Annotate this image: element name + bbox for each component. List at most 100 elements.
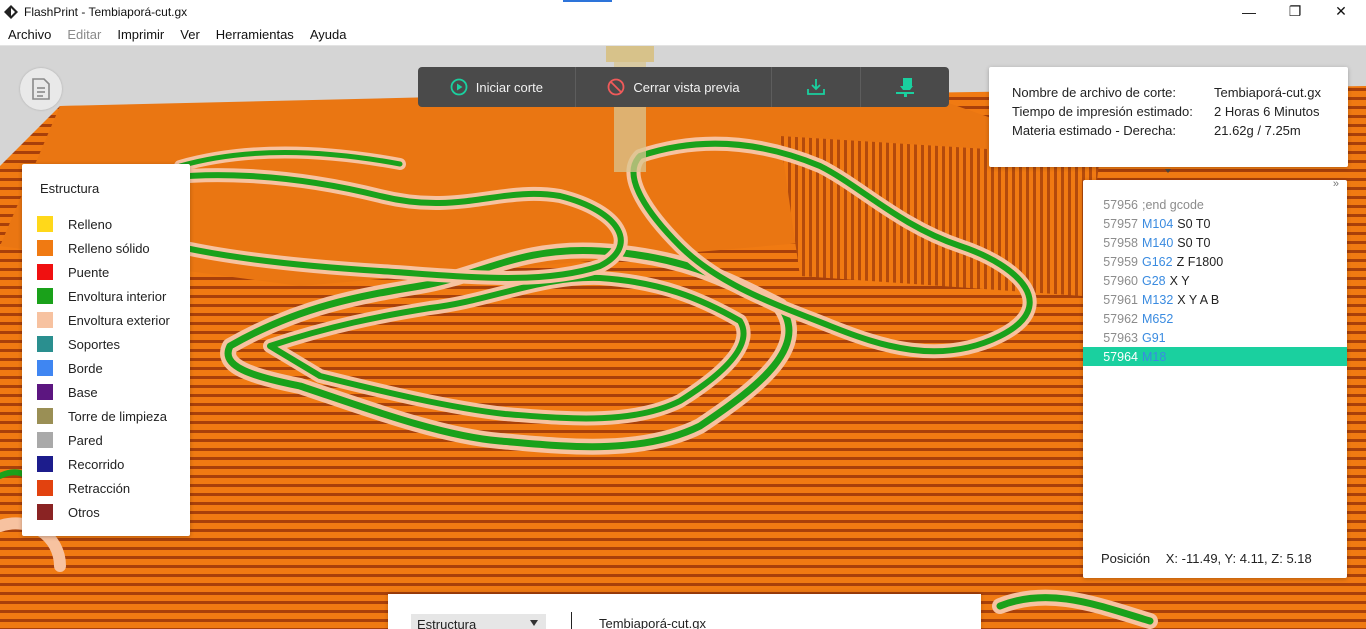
- gcode-command: M140: [1142, 235, 1174, 250]
- legend-swatch: [37, 360, 53, 376]
- printer-nozzle-icon: [896, 78, 915, 97]
- gcode-line-number: 57959: [1103, 254, 1138, 269]
- legend-swatch: [37, 480, 53, 496]
- start-slice-label: Iniciar corte: [475, 79, 543, 95]
- close-preview-button[interactable]: Cerrar vista previa: [576, 67, 772, 107]
- bottom-panel: Estructura Tembiaporá-cut.gx: [388, 594, 981, 629]
- legend-label: Relleno: [68, 216, 113, 232]
- legend-item: Puente: [37, 264, 109, 280]
- menu-bar: Archivo Editar Imprimir Ver Herramientas…: [0, 23, 1366, 46]
- send-to-printer-button[interactable]: [861, 67, 949, 107]
- legend-item: Retracción: [37, 480, 130, 496]
- gcode-line[interactable]: 57963 G91: [1083, 328, 1347, 347]
- legend-swatch: [37, 432, 53, 448]
- legend-item: Soportes: [37, 336, 120, 352]
- legend-swatch: [37, 312, 53, 328]
- minimize-button[interactable]: —: [1226, 0, 1272, 23]
- menu-ayuda[interactable]: Ayuda: [302, 23, 355, 46]
- gcode-command: G28: [1142, 273, 1166, 288]
- slice-info-panel: Nombre de archivo de corte: Tembiaporá-c…: [989, 67, 1348, 173]
- legend-swatch: [37, 408, 53, 424]
- gcode-line[interactable]: 57957 M104 S0 T0: [1083, 214, 1347, 233]
- gcode-list[interactable]: 57956 ;end gcode 57957 M104 S0 T0 57958 M140 S0…: [1083, 195, 1347, 366]
- legend-label: Borde: [68, 360, 103, 376]
- export-button[interactable]: [772, 67, 860, 107]
- gcode-panel: » 57956 ;end gcode 57957 M104 S0 T0 57958 M140…: [1083, 178, 1347, 578]
- collapse-panel-icon[interactable]: »: [1333, 178, 1339, 190]
- document-button[interactable]: [20, 68, 62, 110]
- legend-item: Relleno: [37, 216, 112, 232]
- gcode-command: M104: [1142, 216, 1174, 231]
- legend-swatch: [37, 216, 53, 232]
- gcode-line-number: 57958: [1103, 235, 1138, 250]
- gcode-line[interactable]: 57960 G28 X Y: [1083, 271, 1347, 290]
- gcode-line-number: 57957: [1103, 216, 1138, 231]
- legend-swatch: [37, 336, 53, 352]
- menu-ver[interactable]: Ver: [172, 23, 208, 46]
- gcode-line-number: 57962: [1103, 311, 1138, 326]
- menu-herramientas[interactable]: Herramientas: [208, 23, 302, 46]
- view-mode-select[interactable]: Estructura: [411, 614, 546, 629]
- gcode-line[interactable]: 57959 G162 Z F1800: [1083, 252, 1347, 271]
- legend-label: Envoltura interior: [68, 288, 167, 304]
- gcode-line[interactable]: 57958 M140 S0 T0: [1083, 233, 1347, 252]
- maximize-button[interactable]: ❐: [1272, 0, 1318, 23]
- close-preview-label: Cerrar vista previa: [633, 79, 740, 95]
- legend-label: Recorrido: [68, 456, 125, 472]
- material-label: Materia estimado - Derecha:: [1012, 123, 1177, 138]
- position-value: X: -11.49, Y: 4.11, Z: 5.18: [1165, 551, 1312, 566]
- legend-label: Otros: [68, 504, 100, 520]
- legend-item: Recorrido: [37, 456, 124, 472]
- gcode-line[interactable]: 57964 M18: [1083, 347, 1347, 366]
- gcode-arguments: S0 T0: [1177, 235, 1211, 250]
- menu-editar[interactable]: Editar: [59, 23, 109, 46]
- gcode-arguments: Z F1800: [1176, 254, 1224, 269]
- legend-label: Pared: [68, 432, 103, 448]
- start-slice-button[interactable]: Iniciar corte: [418, 67, 575, 107]
- gcode-line-number: 57960: [1103, 273, 1138, 288]
- gcode-command: M18: [1142, 349, 1167, 364]
- flashprint-logo-icon: [4, 4, 18, 19]
- gcode-arguments: X Y A B: [1177, 292, 1220, 307]
- prohibited-icon: [608, 78, 625, 96]
- chevron-down-icon: [530, 620, 538, 626]
- legend-swatch: [37, 288, 53, 304]
- gcode-arguments: S0 T0: [1177, 216, 1211, 231]
- legend-swatch: [37, 504, 53, 520]
- structure-legend: Estructura Relleno Relleno sólido Puente En…: [22, 164, 190, 536]
- legend-item: Pared: [37, 432, 103, 448]
- play-icon: [450, 78, 468, 96]
- filename-value: Tembiaporá-cut.gx: [1214, 85, 1321, 100]
- gcode-command: M652: [1142, 311, 1174, 326]
- title-bar: FlashPrint - Tembiaporá-cut.gx — ❐ ✕: [0, 0, 1366, 23]
- bottom-separator: [571, 612, 572, 629]
- collapse-caret-icon[interactable]: [1165, 169, 1171, 173]
- maximize-icon: ❐: [1288, 3, 1302, 19]
- gcode-line-number: 57961: [1103, 292, 1138, 307]
- gcode-command: G91: [1142, 330, 1166, 345]
- menu-archivo[interactable]: Archivo: [0, 23, 59, 46]
- download-icon: [807, 79, 826, 95]
- print-time-value: 2 Horas 6 Minutos: [1214, 104, 1320, 119]
- legend-swatch: [37, 384, 53, 400]
- filename-label: Nombre de archivo de corte:: [1012, 85, 1177, 100]
- gcode-line[interactable]: 57962 M652: [1083, 309, 1347, 328]
- gcode-line[interactable]: 57956 ;end gcode: [1083, 195, 1347, 214]
- close-button[interactable]: ✕: [1318, 0, 1364, 23]
- legend-item: Base: [37, 384, 98, 400]
- gcode-command: G162: [1142, 254, 1173, 269]
- legend-item: Envoltura interior: [37, 288, 166, 304]
- gcode-line-number: 57963: [1103, 330, 1138, 345]
- preview-toolbar: Iniciar corte Cerrar vista previa: [418, 67, 949, 107]
- gcode-line[interactable]: 57961 M132 X Y A B: [1083, 290, 1347, 309]
- position-label: Posición: [1101, 551, 1151, 566]
- gcode-arguments: X Y: [1169, 273, 1190, 288]
- legend-item: Borde: [37, 360, 103, 376]
- legend-swatch: [37, 456, 53, 472]
- legend-label: Torre de limpieza: [68, 408, 167, 424]
- gcode-comment: ;end gcode: [1142, 197, 1204, 212]
- legend-swatch: [37, 264, 53, 280]
- legend-title: Estructura: [40, 181, 100, 196]
- view-mode-value: Estructura: [417, 616, 477, 629]
- menu-imprimir[interactable]: Imprimir: [109, 23, 172, 46]
